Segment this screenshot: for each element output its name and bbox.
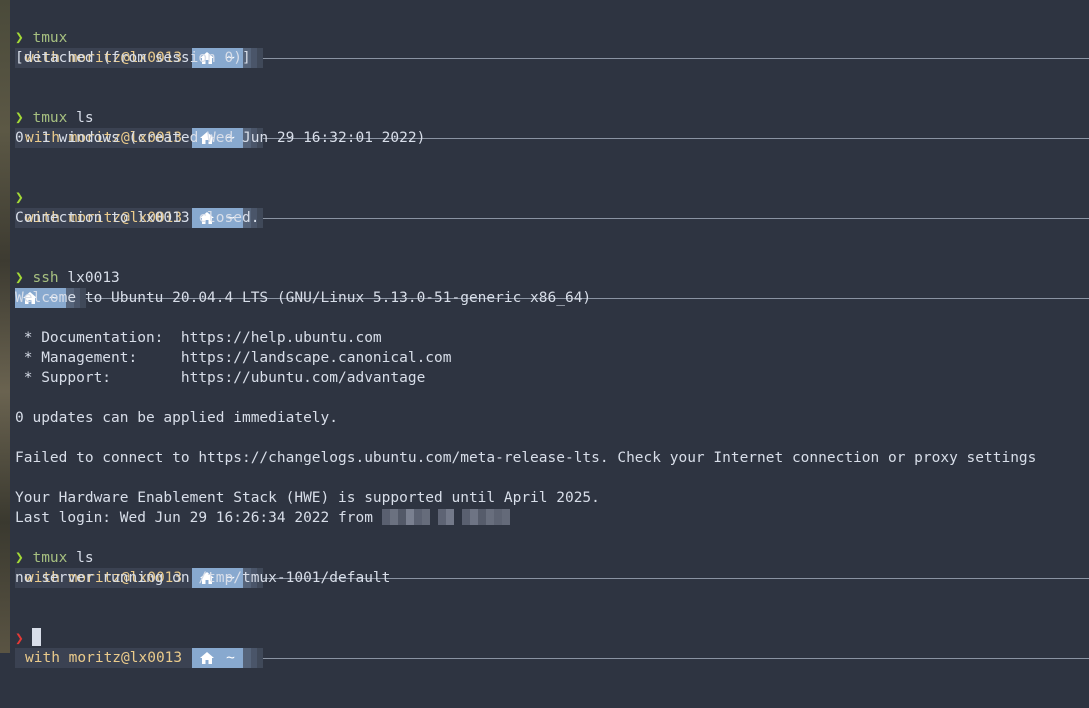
command-line: ❯ ssh lx0013 <box>15 268 1089 288</box>
text-cursor[interactable] <box>31 628 41 646</box>
home-icon <box>200 652 215 664</box>
prompt-fade <box>242 648 263 668</box>
output-line: Connection to lx0013 closed. <box>15 210 260 226</box>
command-line: ❯ tmux ls <box>15 108 1089 128</box>
prompt-user-host: with moritz@lx0013 <box>15 648 193 668</box>
output-line: 0 updates can be applied immediately. <box>15 410 339 426</box>
command: tmux <box>32 550 68 566</box>
last-login-line: Last login: Wed Jun 29 16:26:34 2022 fro… <box>15 508 1089 528</box>
output-line: 0: 1 windows (created Wed Jun 29 16:32:0… <box>15 130 426 146</box>
prompt-directory: ~ <box>192 648 243 668</box>
prompt-arrow: ❯ <box>15 270 24 286</box>
prompt-arrow: ❯ <box>15 550 24 566</box>
command-line: ❯ tmux <box>15 28 1089 48</box>
command-args: ls <box>67 110 94 126</box>
command-args: ls <box>67 550 94 566</box>
prompt-arrow-error: ❯ <box>15 631 24 647</box>
prompt-arrow: ❯ <box>15 30 24 46</box>
output-line: Welcome to Ubuntu 20.04.4 LTS (GNU/Linux… <box>15 290 592 306</box>
output-line: Your Hardware Enablement Stack (HWE) is … <box>15 490 600 506</box>
active-command-line[interactable]: ❯ <box>15 628 1089 648</box>
command: tmux <box>32 30 68 46</box>
prompt-bar: with moritz@lx0013 ~ <box>15 88 1089 148</box>
redacted-ip <box>381 509 510 525</box>
output-line: * Support: https://ubuntu.com/advantage <box>15 370 426 386</box>
prompt-rule <box>262 657 1089 659</box>
output-line: no server running on /tmp/tmux-1001/defa… <box>15 570 391 586</box>
command-line: ❯ <box>15 188 1089 208</box>
prompt-arrow: ❯ <box>15 110 24 126</box>
prompt-bar: with moritz@lx0013 ~ <box>15 528 1089 588</box>
command: tmux <box>32 110 68 126</box>
prompt-bar: with moritz@lx0013 ~ <box>15 8 1089 68</box>
prompt-bar: with moritz@lx0013 ~ <box>15 168 1089 228</box>
command-line: ❯ tmux ls <box>15 548 1089 568</box>
prompt-bar: with moritz@lx0013 ~ <box>15 608 1089 668</box>
prompt-arrow: ❯ <box>15 190 24 206</box>
command-args: lx0013 <box>58 270 120 286</box>
output-line: [detached (from session 0)] <box>15 50 251 66</box>
prompt-bar: ~ <box>15 248 1089 308</box>
window-edge-decoration <box>0 0 10 653</box>
output-line: Failed to connect to https://changelogs.… <box>15 450 1037 466</box>
terminal-output: with moritz@lx0013 ~ ❯ tmux [detached (f… <box>15 8 1089 668</box>
output-line: * Documentation: https://help.ubuntu.com <box>15 330 382 346</box>
output-line: * Management: https://landscape.canonica… <box>15 350 452 366</box>
command: ssh <box>32 270 59 286</box>
tilde-label: ~ <box>226 650 235 666</box>
last-login-text: Last login: Wed Jun 29 16:26:34 2022 fro… <box>15 510 382 526</box>
